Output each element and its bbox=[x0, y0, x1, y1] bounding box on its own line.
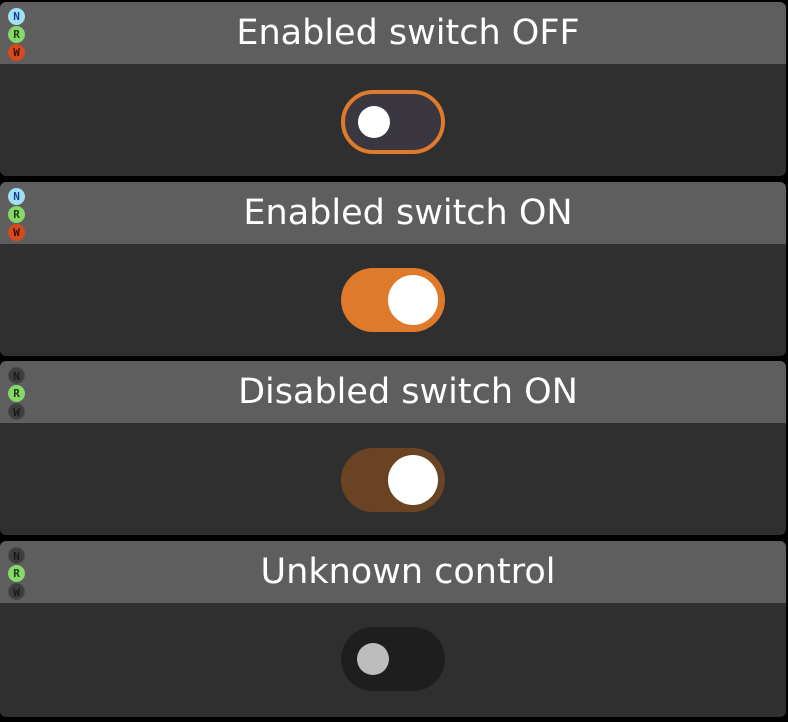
unknown-control-switch bbox=[341, 627, 445, 691]
card-title: Enabled switch ON bbox=[243, 193, 573, 233]
card-title: Disabled switch ON bbox=[238, 372, 578, 412]
card-enabled-switch-off: N R W Enabled switch OFF bbox=[0, 2, 786, 176]
card-header: N R W Enabled switch OFF bbox=[0, 2, 786, 64]
card-enabled-switch-on: N R W Enabled switch ON bbox=[0, 182, 786, 356]
disabled-switch-on bbox=[341, 448, 445, 512]
card-header: N R W Disabled switch ON bbox=[0, 361, 786, 423]
switch-knob bbox=[357, 643, 389, 675]
card-unknown-control: N R W Unknown control bbox=[0, 541, 786, 717]
switch-knob bbox=[388, 275, 438, 325]
card-header: N R W Unknown control bbox=[0, 541, 786, 603]
enabled-switch-off[interactable] bbox=[341, 90, 445, 154]
card-title: Unknown control bbox=[260, 552, 556, 592]
card-header: N R W Enabled switch ON bbox=[0, 182, 786, 244]
card-disabled-switch-on: N R W Disabled switch ON bbox=[0, 361, 786, 535]
switch-knob bbox=[358, 106, 390, 138]
card-title: Enabled switch OFF bbox=[236, 13, 580, 53]
switch-knob bbox=[388, 455, 438, 505]
enabled-switch-on[interactable] bbox=[341, 268, 445, 332]
